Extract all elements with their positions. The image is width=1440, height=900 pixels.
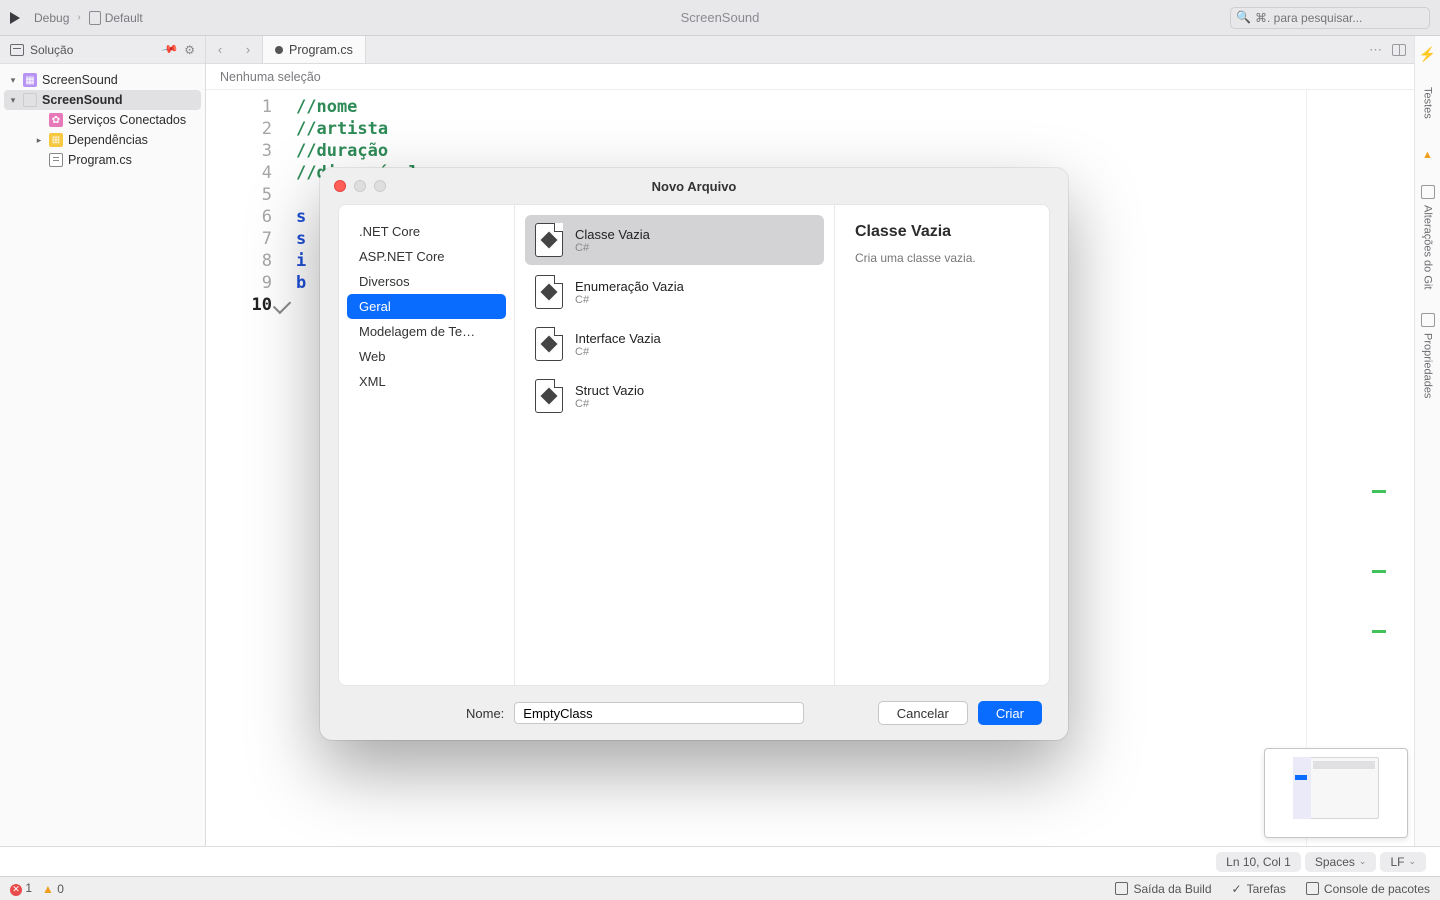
search-icon: 🔍 xyxy=(1236,10,1251,24)
create-button[interactable]: Criar xyxy=(978,701,1042,725)
more-icon[interactable]: ⋯ xyxy=(1369,42,1382,58)
search-input[interactable] xyxy=(1230,7,1430,29)
category-item[interactable]: .NET Core xyxy=(347,219,506,244)
run-config-breadcrumb[interactable]: Debug › Default xyxy=(34,11,143,25)
template-list: Classe VaziaC# Enumeração VaziaC# Interf… xyxy=(515,205,835,685)
solution-node[interactable]: ▾ ▦ ScreenSound xyxy=(0,70,205,90)
csharp-file-icon xyxy=(535,223,563,257)
description-text: Cria uma classe vazia. xyxy=(855,251,1029,265)
warning-count[interactable]: ▲ 0 xyxy=(42,882,64,896)
editor-breadcrumb[interactable]: Nenhuma seleção xyxy=(206,64,1414,90)
panel-git-changes[interactable]: Alterações do Git xyxy=(1421,185,1435,289)
sidebar-title: Solução xyxy=(30,43,73,57)
run-target[interactable]: Default xyxy=(89,11,143,25)
properties-icon xyxy=(1421,313,1435,327)
editor-status-bar: Ln 10, Col 1 Spaces ⌄ LF ⌄ xyxy=(0,846,1440,876)
global-search[interactable]: 🔍 xyxy=(1230,7,1430,29)
category-item[interactable]: Geral xyxy=(347,294,506,319)
right-side-panels: ⚡ Testes ▲ Alterações do Git Propriedade… xyxy=(1414,36,1440,846)
category-item[interactable]: ASP.NET Core xyxy=(347,244,506,269)
console-icon xyxy=(1306,882,1319,895)
git-icon xyxy=(1421,185,1435,199)
csharp-file-icon xyxy=(535,327,563,361)
chevron-down-icon[interactable]: ▾ xyxy=(8,75,18,86)
new-file-dialog: Novo Arquivo .NET CoreASP.NET CoreDivers… xyxy=(320,168,1068,740)
file-node-program[interactable]: Program.cs xyxy=(0,150,205,170)
panel-package-console[interactable]: Console de pacotes xyxy=(1306,882,1430,896)
panel-build-output[interactable]: Saída da Build xyxy=(1115,882,1211,896)
project-node[interactable]: ▾ ScreenSound xyxy=(4,90,201,110)
sidebar-header: Solução 📌 ⚙ xyxy=(0,36,205,64)
device-icon xyxy=(89,11,101,25)
warning-icon: ▲ xyxy=(1422,149,1433,161)
check-icon: ✓ xyxy=(1232,882,1242,896)
template-item[interactable]: Enumeração VaziaC# xyxy=(525,267,824,317)
minimize-icon xyxy=(354,180,366,192)
panel-properties[interactable]: Propriedades xyxy=(1421,313,1435,398)
category-item[interactable]: Diversos xyxy=(347,269,506,294)
close-icon[interactable] xyxy=(334,180,346,192)
dialog-title: Novo Arquivo xyxy=(320,179,1068,194)
indent-selector[interactable]: Spaces ⌄ xyxy=(1305,852,1377,872)
category-item[interactable]: Modelagem de Te… xyxy=(347,319,506,344)
run-config[interactable]: Debug xyxy=(34,11,69,25)
template-item[interactable]: Interface VaziaC# xyxy=(525,319,824,369)
cancel-button[interactable]: Cancelar xyxy=(878,701,968,725)
csharp-file-icon xyxy=(535,379,563,413)
description-title: Classe Vazia xyxy=(855,223,1029,241)
overview-ruler xyxy=(1382,90,1386,846)
chevron-down-icon: ⌄ xyxy=(1359,856,1367,867)
category-list: .NET CoreASP.NET CoreDiversosGeralModela… xyxy=(339,205,515,685)
dialog-footer: Nome: Cancelar Criar xyxy=(320,686,1068,740)
name-input[interactable] xyxy=(514,702,804,724)
connected-services-icon: ✿ xyxy=(49,113,63,127)
eol-selector[interactable]: LF ⌄ xyxy=(1380,852,1426,872)
template-item[interactable]: Struct VazioC# xyxy=(525,371,824,421)
split-icon[interactable] xyxy=(1392,44,1406,56)
category-item[interactable]: XML xyxy=(347,369,506,394)
template-description: Classe Vazia Cria uma classe vazia. xyxy=(835,205,1049,685)
pin-icon[interactable]: 📌 xyxy=(160,40,179,59)
cursor-position[interactable]: Ln 10, Col 1 xyxy=(1216,852,1301,872)
dependencies-node[interactable]: ▸ ⊞ Dependências xyxy=(0,130,205,150)
editor-tabstrip: ‹ › Program.cs ⋯ xyxy=(206,36,1414,64)
nav-forward-button[interactable]: › xyxy=(234,42,262,57)
unsaved-indicator-icon xyxy=(275,46,283,54)
zoom-icon xyxy=(374,180,386,192)
output-icon xyxy=(1115,882,1128,895)
chevron-right-icon: › xyxy=(77,12,80,23)
warning-icon: ▲ xyxy=(42,882,54,896)
line-gutter: 12345678910 xyxy=(206,90,296,846)
main-toolbar: Debug › Default ScreenSound 🔍 xyxy=(0,0,1440,36)
run-icon[interactable] xyxy=(10,12,20,24)
document-minimap[interactable] xyxy=(1264,748,1408,838)
connected-services-node[interactable]: ✿ Serviços Conectados xyxy=(0,110,205,130)
tab-program[interactable]: Program.cs xyxy=(263,36,366,63)
csharp-file-icon xyxy=(535,275,563,309)
nav-back-button[interactable]: ‹ xyxy=(206,42,234,57)
category-item[interactable]: Web xyxy=(347,344,506,369)
bolt-icon[interactable]: ⚡ xyxy=(1419,46,1436,63)
error-icon: ✕ xyxy=(10,884,22,896)
chevron-down-icon[interactable]: ▾ xyxy=(8,95,18,106)
error-count[interactable]: ✕ 1 xyxy=(10,881,32,896)
panel-tests[interactable]: Testes xyxy=(1422,87,1434,119)
solution-tree: ▾ ▦ ScreenSound ▾ ScreenSound ✿ Serviços… xyxy=(0,64,205,176)
name-label: Nome: xyxy=(466,706,504,721)
gear-icon[interactable]: ⚙ xyxy=(184,43,195,57)
csproj-icon xyxy=(23,93,37,107)
template-item[interactable]: Classe VaziaC# xyxy=(525,215,824,265)
bottom-bar: ✕ 1 ▲ 0 Saída da Build ✓Tarefas Console … xyxy=(0,876,1440,900)
dialog-titlebar: Novo Arquivo xyxy=(320,168,1068,204)
panel-tasks[interactable]: ✓Tarefas xyxy=(1232,882,1286,896)
chevron-down-icon: ⌄ xyxy=(1408,856,1416,867)
solution-sidebar: Solução 📌 ⚙ ▾ ▦ ScreenSound ▾ ScreenSoun… xyxy=(0,36,206,846)
solution-icon xyxy=(10,44,24,56)
chevron-right-icon[interactable]: ▸ xyxy=(34,135,44,146)
dependencies-icon: ⊞ xyxy=(49,133,63,147)
solution-file-icon: ▦ xyxy=(23,73,37,87)
window-title: ScreenSound xyxy=(0,10,1440,25)
csharp-file-icon xyxy=(49,153,63,167)
